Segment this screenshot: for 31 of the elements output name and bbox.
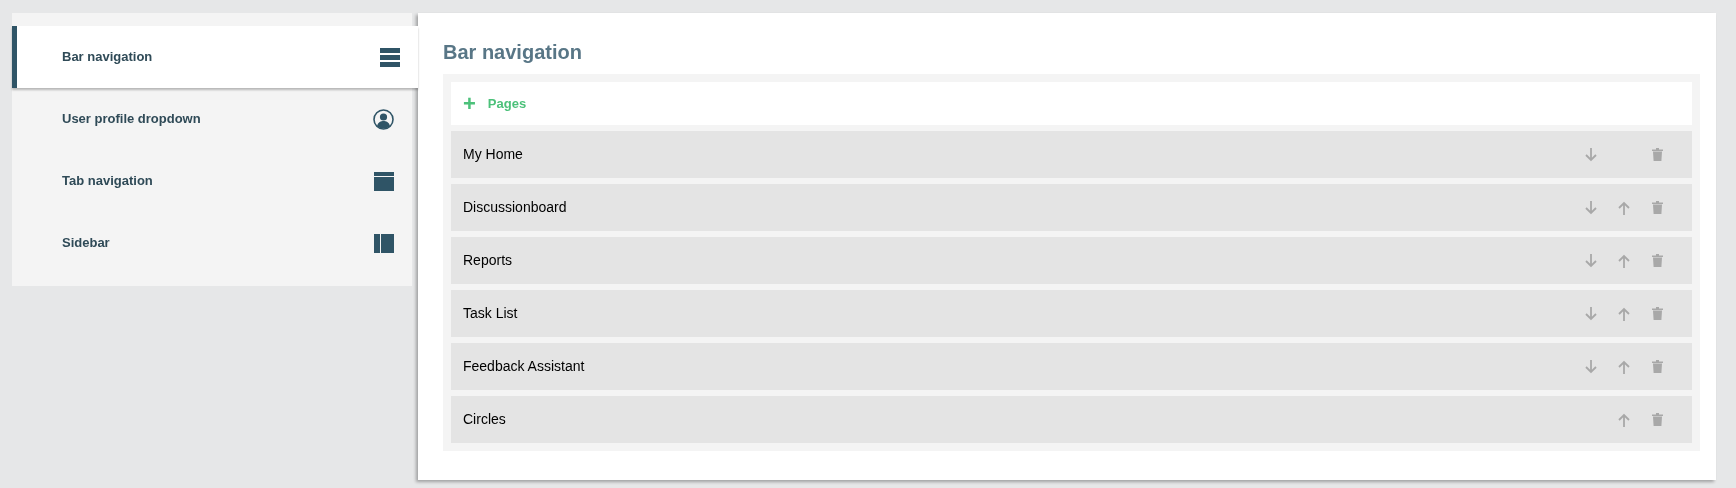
trash-icon[interactable] <box>1651 307 1663 320</box>
trash-icon[interactable] <box>1651 413 1663 426</box>
sidebar-item[interactable]: User profile dropdown <box>12 88 412 150</box>
arrow-up-icon[interactable] <box>1618 306 1630 321</box>
user-icon <box>373 108 394 130</box>
page-name: My Home <box>463 145 524 164</box>
page-name: Task List <box>463 304 519 323</box>
arrow-up-icon[interactable] <box>1618 200 1630 215</box>
page-name: Reports <box>463 251 514 270</box>
arrow-down-icon[interactable] <box>1585 200 1597 215</box>
arrow-down-icon[interactable] <box>1585 253 1597 268</box>
sidebar-item[interactable]: Bar navigation <box>12 26 418 88</box>
page-name: Feedback Assistant <box>463 357 586 376</box>
sidebar-item[interactable]: Tab navigation <box>12 150 412 212</box>
sidebar-item[interactable]: Sidebar <box>12 212 412 274</box>
menu-icon <box>380 47 400 67</box>
trash-icon[interactable] <box>1651 148 1663 161</box>
arrow-down-icon[interactable] <box>1585 306 1597 321</box>
page-name: Discussionboard <box>463 198 568 217</box>
sidebar-layout-icon <box>374 233 394 253</box>
tab-layout-icon <box>374 171 394 191</box>
arrow-down-icon[interactable] <box>1585 359 1597 374</box>
trash-icon[interactable] <box>1651 201 1663 214</box>
page-title: Bar navigation <box>443 40 583 65</box>
arrow-up-icon[interactable] <box>1618 412 1630 427</box>
arrow-up-icon[interactable] <box>1618 359 1630 374</box>
trash-icon[interactable] <box>1651 360 1663 373</box>
arrow-up-icon[interactable] <box>1618 253 1630 268</box>
trash-icon[interactable] <box>1651 254 1663 267</box>
page-name: Circles <box>463 410 507 429</box>
arrow-down-icon[interactable] <box>1585 147 1597 162</box>
